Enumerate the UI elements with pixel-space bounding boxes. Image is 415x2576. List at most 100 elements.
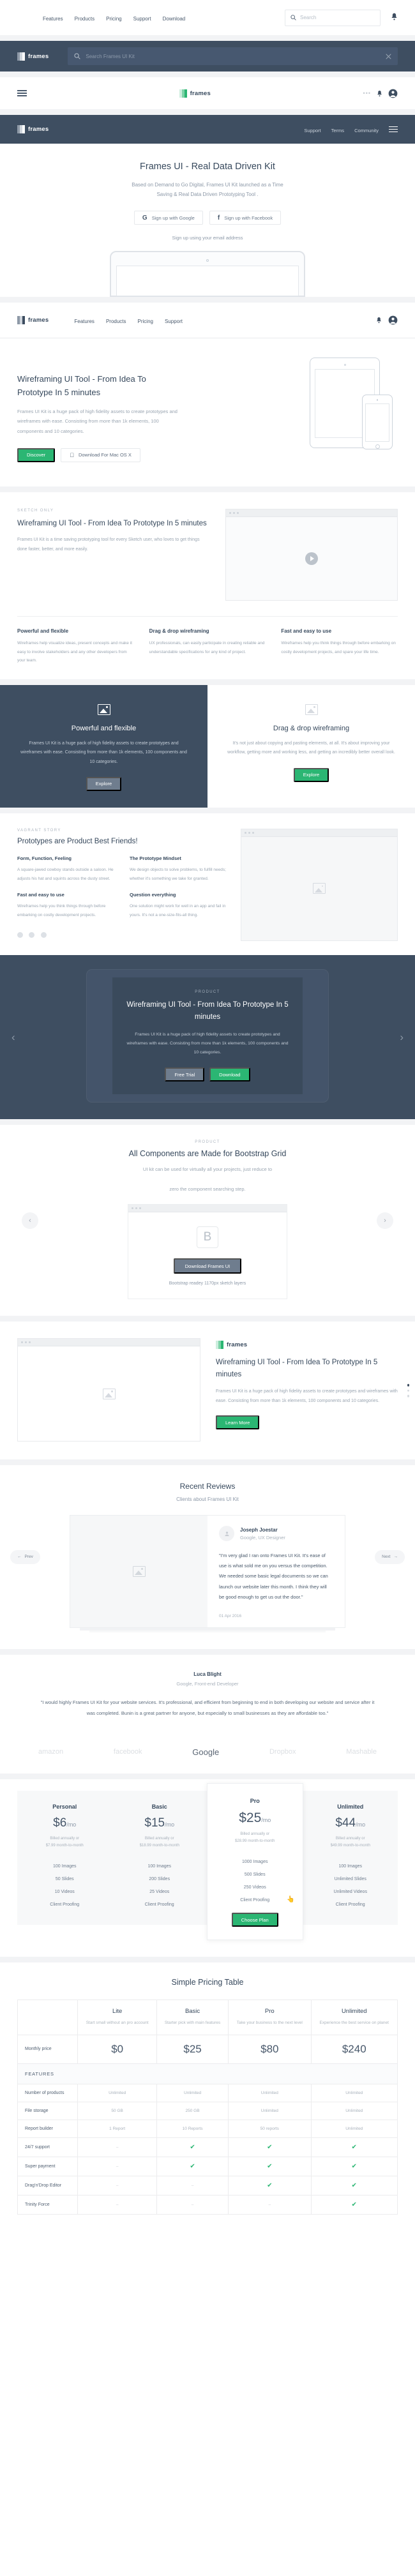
pricing-card-pro[interactable]: Pro $25/mo Billed annually or $28.99 mon… bbox=[207, 1782, 303, 1941]
vagrant-browser-mockup bbox=[241, 828, 398, 942]
brand-logo-product[interactable]: frames bbox=[17, 316, 49, 325]
slide-dot-active[interactable] bbox=[407, 1383, 409, 1387]
free-trial-button[interactable]: Free Trial bbox=[165, 1067, 205, 1082]
discover-button[interactable]: Discover bbox=[17, 448, 56, 462]
facebook-icon: f bbox=[217, 214, 220, 222]
more-icon[interactable]: ••• bbox=[363, 90, 371, 96]
image-placeholder-icon bbox=[102, 1388, 116, 1399]
three-feature-section: Powerful and flexible Wireframes help vi… bbox=[0, 606, 415, 679]
nav-link-products[interactable]: Products bbox=[75, 16, 95, 22]
card-shadow-2 bbox=[89, 1630, 326, 1632]
global-search-input[interactable]: Search Frames UI Kit bbox=[68, 47, 398, 65]
nav-item-terms[interactable]: Terms bbox=[331, 124, 344, 135]
price-cell-unlimited: $240 bbox=[310, 2034, 398, 2064]
pricing-card-personal[interactable]: Personal $6/mo Billed annually or $7.99 … bbox=[17, 1790, 112, 1925]
play-icon[interactable] bbox=[305, 552, 318, 565]
facebook-signup-button[interactable]: f Sign up with Facebook bbox=[209, 211, 282, 225]
email-signup-note[interactable]: Sign up using your email address bbox=[0, 235, 415, 241]
plan-features: 100 Images 50 Slides 10 Videos Client Pr… bbox=[21, 1860, 109, 1911]
bootstrap-eyebrow: PRODUCT bbox=[195, 1140, 220, 1145]
nav-link-download[interactable]: Download bbox=[163, 16, 186, 22]
nav-link-support[interactable]: Support bbox=[133, 16, 151, 22]
brand-name: frames bbox=[227, 1341, 248, 1349]
brand-logo-search[interactable]: frames bbox=[17, 52, 49, 61]
nav-link-features[interactable]: Features bbox=[43, 16, 63, 22]
vagrant-item: Question everything One solution might w… bbox=[130, 892, 227, 919]
facebook-icon[interactable] bbox=[17, 932, 23, 938]
bootstrap-next-button[interactable]: › bbox=[377, 1212, 393, 1229]
video-browser-mockup bbox=[225, 508, 398, 601]
download-frames-ui-button[interactable]: Download Frames UI bbox=[173, 1258, 242, 1274]
nav-item-support[interactable]: Support bbox=[304, 124, 321, 135]
feature-cell: – bbox=[77, 2156, 158, 2176]
avatar-icon[interactable] bbox=[388, 89, 398, 98]
reviews-next-button[interactable]: Next → bbox=[375, 1549, 405, 1564]
nav-link-pricing[interactable]: Pricing bbox=[106, 16, 121, 22]
carousel-prev-button[interactable]: ‹ bbox=[11, 1031, 15, 1044]
brand-name: frames bbox=[28, 126, 49, 133]
product-navbar: frames Features Products Pricing Support bbox=[0, 303, 415, 338]
table-row: File storage 50 GB 250 GB Unlimited Unli… bbox=[17, 2101, 398, 2120]
learn-more-button[interactable]: Learn More bbox=[216, 1415, 260, 1430]
nav-item-products[interactable]: Products bbox=[106, 315, 126, 326]
pricing-table-title: Simple Pricing Table bbox=[171, 1978, 244, 1987]
social-signup-row: G Sign up with Google f Sign up with Fac… bbox=[0, 211, 415, 225]
nav-item-pricing[interactable]: Pricing bbox=[106, 12, 121, 24]
brand-logo-center[interactable]: frames bbox=[179, 89, 211, 98]
hamburger-icon[interactable] bbox=[17, 88, 27, 98]
brand-logo-dark[interactable]: frames bbox=[17, 125, 49, 133]
google-signup-button[interactable]: G Sign up with Google bbox=[133, 211, 203, 225]
table-row: Drag'n'Drop Editor – – ✔ ✔ bbox=[17, 2175, 398, 2196]
nav-link-features[interactable]: Features bbox=[74, 319, 94, 324]
nav-item-support[interactable]: Support bbox=[133, 12, 151, 24]
explore-button-light[interactable]: Explore bbox=[293, 767, 329, 782]
nav-item-pricing[interactable]: Pricing bbox=[138, 315, 153, 326]
explore-button-dark[interactable]: Explore bbox=[86, 776, 122, 791]
bell-icon[interactable] bbox=[391, 12, 398, 24]
nav-item-features[interactable]: Features bbox=[74, 315, 94, 326]
tablet-mockup bbox=[110, 251, 305, 298]
search-input[interactable]: Search bbox=[285, 9, 381, 26]
pricing-card-unlimited[interactable]: Unlimited $44/mo Billed annually or $49.… bbox=[303, 1790, 398, 1925]
plan-price: $6/mo bbox=[21, 1816, 109, 1830]
nav-item-features[interactable]: Features bbox=[43, 12, 63, 24]
brand-logo-promo[interactable]: frames bbox=[216, 1341, 398, 1350]
feature-cell: Unlimited bbox=[77, 2083, 158, 2102]
nav-link-terms[interactable]: Terms bbox=[331, 128, 344, 133]
reviews-prev-button[interactable]: ← Prev bbox=[10, 1549, 40, 1564]
pricing-card-basic[interactable]: Basic $15/mo Billed annually or $18.99 m… bbox=[112, 1790, 207, 1925]
twitter-icon[interactable] bbox=[29, 932, 35, 938]
nav-link-pricing[interactable]: Pricing bbox=[138, 319, 153, 324]
nav-link-support[interactable]: Support bbox=[304, 128, 321, 133]
telegram-icon[interactable] bbox=[40, 932, 47, 938]
nav-link-support[interactable]: Support bbox=[165, 319, 183, 324]
camera-dot-icon bbox=[343, 364, 346, 366]
dash-icon: – bbox=[268, 2202, 271, 2207]
image-placeholder-icon bbox=[313, 883, 326, 894]
plan-price-period: /mo bbox=[165, 1821, 175, 1828]
hamburger-icon[interactable] bbox=[389, 124, 398, 134]
row-label: Super payment bbox=[17, 2156, 79, 2176]
hero-product-body: Frames UI Kit is a huge pack of high fid… bbox=[17, 408, 177, 435]
close-icon[interactable] bbox=[386, 53, 391, 59]
nav-item-download[interactable]: Download bbox=[163, 12, 186, 24]
nav-item-products[interactable]: Products bbox=[75, 12, 95, 24]
reviews-prev-label: Prev bbox=[24, 1555, 33, 1560]
bootstrap-prev-button[interactable]: ‹ bbox=[22, 1212, 38, 1229]
nav-item-support[interactable]: Support bbox=[165, 315, 183, 326]
video-area[interactable] bbox=[226, 517, 397, 600]
avatar-icon[interactable] bbox=[388, 315, 398, 325]
plan-billing-line1: Billed annually or bbox=[50, 1836, 80, 1841]
nav-item-community[interactable]: Community bbox=[354, 124, 379, 135]
download-button[interactable]: Download bbox=[209, 1067, 250, 1082]
carousel-next-button[interactable]: › bbox=[400, 1031, 404, 1044]
choose-plan-button[interactable]: Choose Plan bbox=[231, 1913, 278, 1927]
bell-icon[interactable] bbox=[376, 317, 382, 324]
slide-dot[interactable] bbox=[407, 1389, 409, 1392]
nav-link-products[interactable]: Products bbox=[106, 319, 126, 324]
download-mac-button[interactable]:  Download For Mac OS X bbox=[61, 448, 140, 462]
apple-icon:  bbox=[70, 452, 74, 458]
bell-icon[interactable] bbox=[377, 90, 382, 97]
nav-link-community[interactable]: Community bbox=[354, 128, 379, 133]
slide-dot[interactable] bbox=[407, 1394, 409, 1397]
